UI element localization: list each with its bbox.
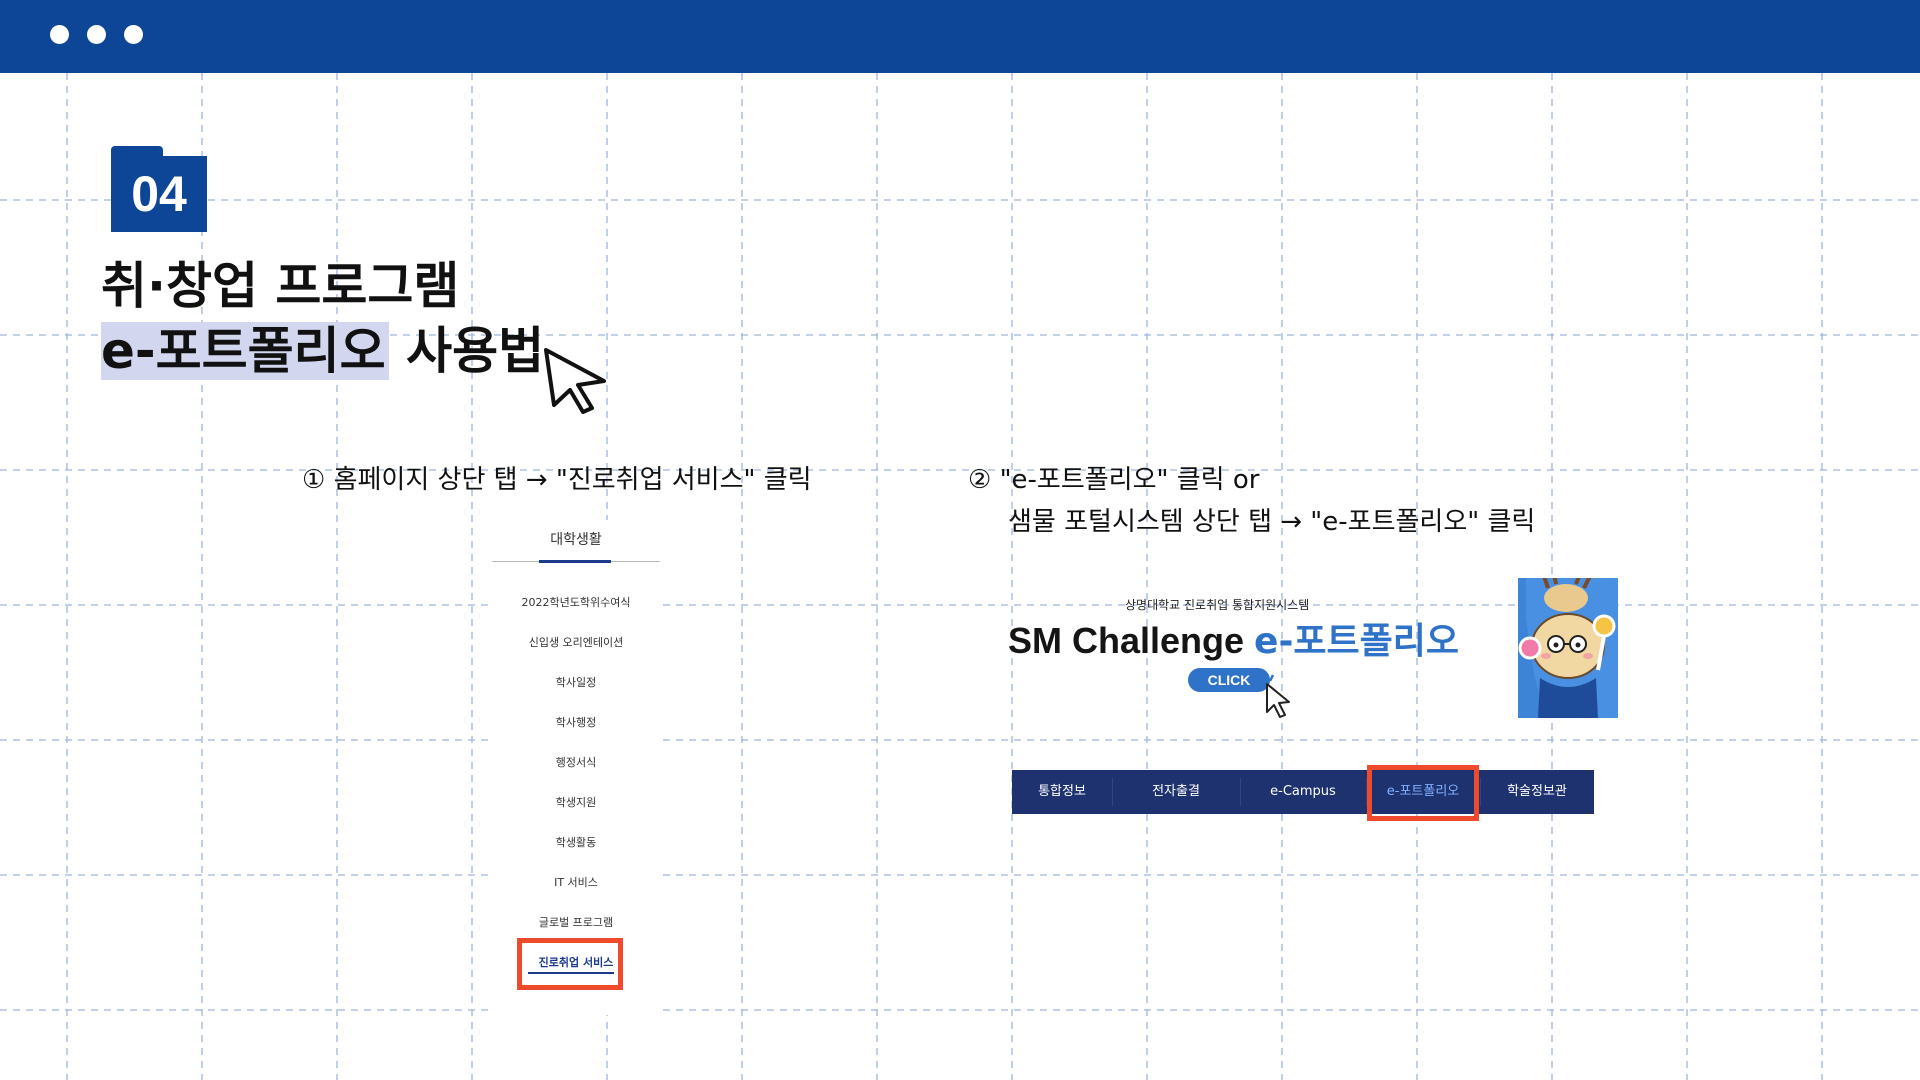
menu-item-academic-admin[interactable]: 학사행정 [492,714,660,730]
step-1-instruction: ① 홈페이지 상단 탭 → "진로취업 서비스" 클릭 [302,465,812,495]
window-dot-2 [87,25,106,44]
menu-item-admin-forms[interactable]: 행정서식 [492,754,660,770]
page-title-line-1: 취·창업 프로그램 [101,257,460,315]
mascot-illustration [1518,578,1618,718]
menu-item-student-activities[interactable]: 학생활동 [492,834,660,850]
title-highlight: e-포트폴리오 [101,322,389,380]
banner-title-main: SM Challenge [1008,620,1255,661]
menu-item-it-service[interactable]: IT 서비스 [492,874,660,890]
dashed-grid-background [0,73,1920,1080]
section-number-folder-icon: 04 [111,146,207,232]
nav-tab-library[interactable]: 학술정보관 [1480,770,1594,814]
menu-header-underline [539,560,611,563]
page-title-line-2: e-포트폴리오 사용법 [101,320,544,382]
menu-item-graduation-ceremony[interactable]: 2022학년도학위수여식 [492,594,660,610]
pointer-cursor-icon [1256,672,1290,718]
window-dot-3 [124,25,143,44]
arrow-cursor-icon [544,348,606,414]
menu-item-global-program[interactable]: 글로벌 프로그램 [492,914,660,930]
menu-item-academic-calendar[interactable]: 학사일정 [492,674,660,690]
nav-tab-integrated-info[interactable]: 통합정보 [1012,770,1112,814]
window-title-bar [0,0,1920,73]
nav-tab-e-attendance[interactable]: 전자출결 [1112,770,1240,814]
nav-tab-e-campus[interactable]: e-Campus [1240,770,1366,814]
window-dot-1 [50,25,69,44]
portal-top-nav-bar: 통합정보 전자출결 e-Campus e-포트폴리오 학술정보관 [1012,770,1594,814]
banner-title-accent: e-포트폴리오 [1254,621,1460,662]
menu-header-campus-life[interactable]: 대학생활 [492,520,660,560]
highlight-box-career-service [517,938,623,990]
title-rest: 사용법 [388,322,545,380]
banner-subtitle: 상명대학교 진로취업 통합지원시스템 [1125,598,1310,612]
eportfolio-banner-title[interactable]: SM Challenge e-포트폴리오 [1008,612,1459,664]
menu-item-student-support[interactable]: 학생지원 [492,794,660,810]
step-2-instruction-line-2: 샘물 포털시스템 상단 탭 → "e-포트폴리오" 클릭 [1008,507,1536,537]
highlight-box-e-portfolio [1367,765,1479,821]
menu-item-orientation[interactable]: 신입생 오리엔테이션 [492,634,660,650]
step-2-instruction-line-1: ② "e-포트폴리오" 클릭 or [968,465,1260,495]
section-number: 04 [131,166,187,222]
